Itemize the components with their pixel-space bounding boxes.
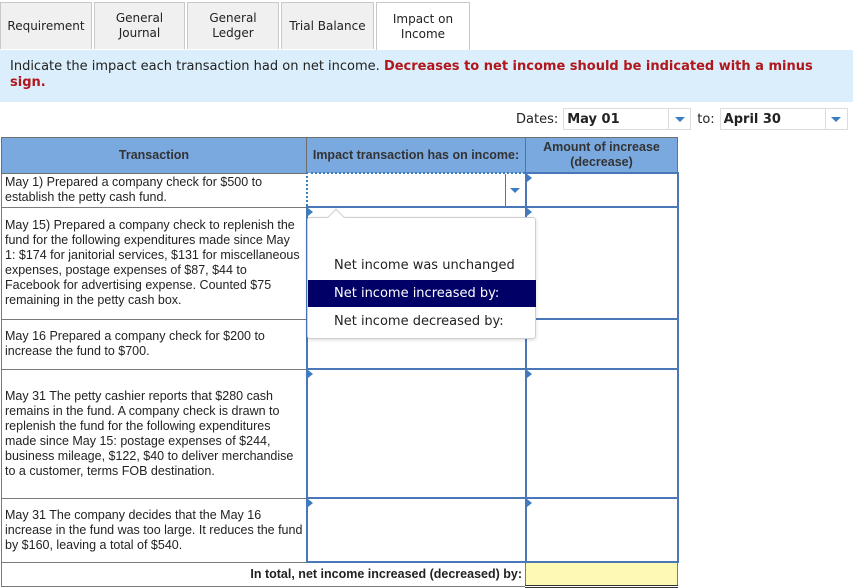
cell-marker-icon xyxy=(526,208,532,216)
tab-label: Impact on Income xyxy=(392,11,454,41)
transaction-text: May 31 The petty cashier reports that $2… xyxy=(1,368,307,499)
tab-general-ledger[interactable]: General Ledger xyxy=(187,2,279,49)
date-to-value: April 30 xyxy=(723,111,781,127)
amount-input[interactable] xyxy=(524,206,679,320)
option-label: Net income was unchanged xyxy=(334,258,515,273)
tab-requirement[interactable]: Requirement xyxy=(0,2,92,49)
impact-select[interactable] xyxy=(305,497,527,563)
dates-label: Dates: xyxy=(516,111,559,127)
date-from-select[interactable]: May 01 xyxy=(563,108,692,130)
amount-input[interactable] xyxy=(524,318,679,370)
tab-label: Trial Balance xyxy=(289,18,366,33)
cell-marker-icon xyxy=(307,370,313,378)
transaction-text: May 1) Prepared a company check for $500… xyxy=(1,172,307,208)
tab-label: Requirement xyxy=(7,18,85,33)
total-row: In total, net income increased (decrease… xyxy=(1,561,678,588)
transaction-text: May 16 Prepared a company check for $200… xyxy=(1,318,307,370)
date-to-select[interactable]: April 30 xyxy=(719,108,848,130)
impact-dropdown-menu: Net income was unchanged Net income incr… xyxy=(307,208,536,339)
instructions-text: Indicate the impact each transaction had… xyxy=(10,59,384,74)
option-decreased[interactable]: Net income decreased by: xyxy=(308,308,536,335)
transaction-text: May 15) Prepared a company check to repl… xyxy=(1,206,307,320)
tab-bar: Requirement General Journal General Ledg… xyxy=(0,2,472,50)
tab-label: General Journal xyxy=(115,11,164,40)
option-label: Net income decreased by: xyxy=(334,314,504,329)
cell-marker-icon xyxy=(526,499,532,507)
instructions-panel: Indicate the impact each transaction had… xyxy=(0,50,853,102)
tab-general-journal[interactable]: General Journal xyxy=(94,2,185,49)
option-increased[interactable]: Net income increased by: xyxy=(308,280,536,307)
table-header-row: Transaction Impact transaction has on in… xyxy=(1,137,678,174)
cell-marker-icon xyxy=(307,499,313,507)
option-label: Net income increased by: xyxy=(334,286,500,301)
tab-trial-balance[interactable]: Trial Balance xyxy=(281,2,374,49)
chevron-down-icon[interactable] xyxy=(504,174,525,206)
header-transaction: Transaction xyxy=(1,137,307,174)
table-row: May 1) Prepared a company check for $500… xyxy=(1,172,679,208)
dates-to-label: to: xyxy=(697,111,715,127)
transaction-text: May 31 The company decides that the May … xyxy=(1,497,307,563)
cell-marker-icon xyxy=(526,174,532,182)
total-label: In total, net income increased (decrease… xyxy=(1,562,526,587)
table-row: May 31 The petty cashier reports that $2… xyxy=(1,368,679,499)
option-unchanged[interactable]: Net income was unchanged xyxy=(308,252,536,279)
cell-marker-icon xyxy=(526,370,532,378)
header-impact: Impact transaction has on income: xyxy=(306,137,526,174)
amount-input[interactable] xyxy=(524,172,679,208)
table-row: May 31 The company decides that the May … xyxy=(1,497,679,563)
chevron-down-icon[interactable] xyxy=(824,109,847,129)
tab-label: General Ledger xyxy=(209,11,257,40)
amount-input[interactable] xyxy=(524,497,679,563)
impact-table: Transaction Impact transaction has on in… xyxy=(1,137,679,588)
header-amount: Amount of increase (decrease) xyxy=(525,137,678,174)
date-from-value: May 01 xyxy=(567,111,620,127)
total-input[interactable] xyxy=(525,561,678,588)
impact-select[interactable] xyxy=(305,172,527,208)
date-range: Dates: May 01 to: April 30 xyxy=(516,108,848,130)
chevron-down-icon[interactable] xyxy=(668,109,690,129)
amount-input[interactable] xyxy=(524,368,679,499)
impact-select[interactable] xyxy=(305,368,527,499)
cell-marker-icon xyxy=(307,208,313,216)
tab-impact-on-income[interactable]: Impact on Income xyxy=(376,2,470,50)
